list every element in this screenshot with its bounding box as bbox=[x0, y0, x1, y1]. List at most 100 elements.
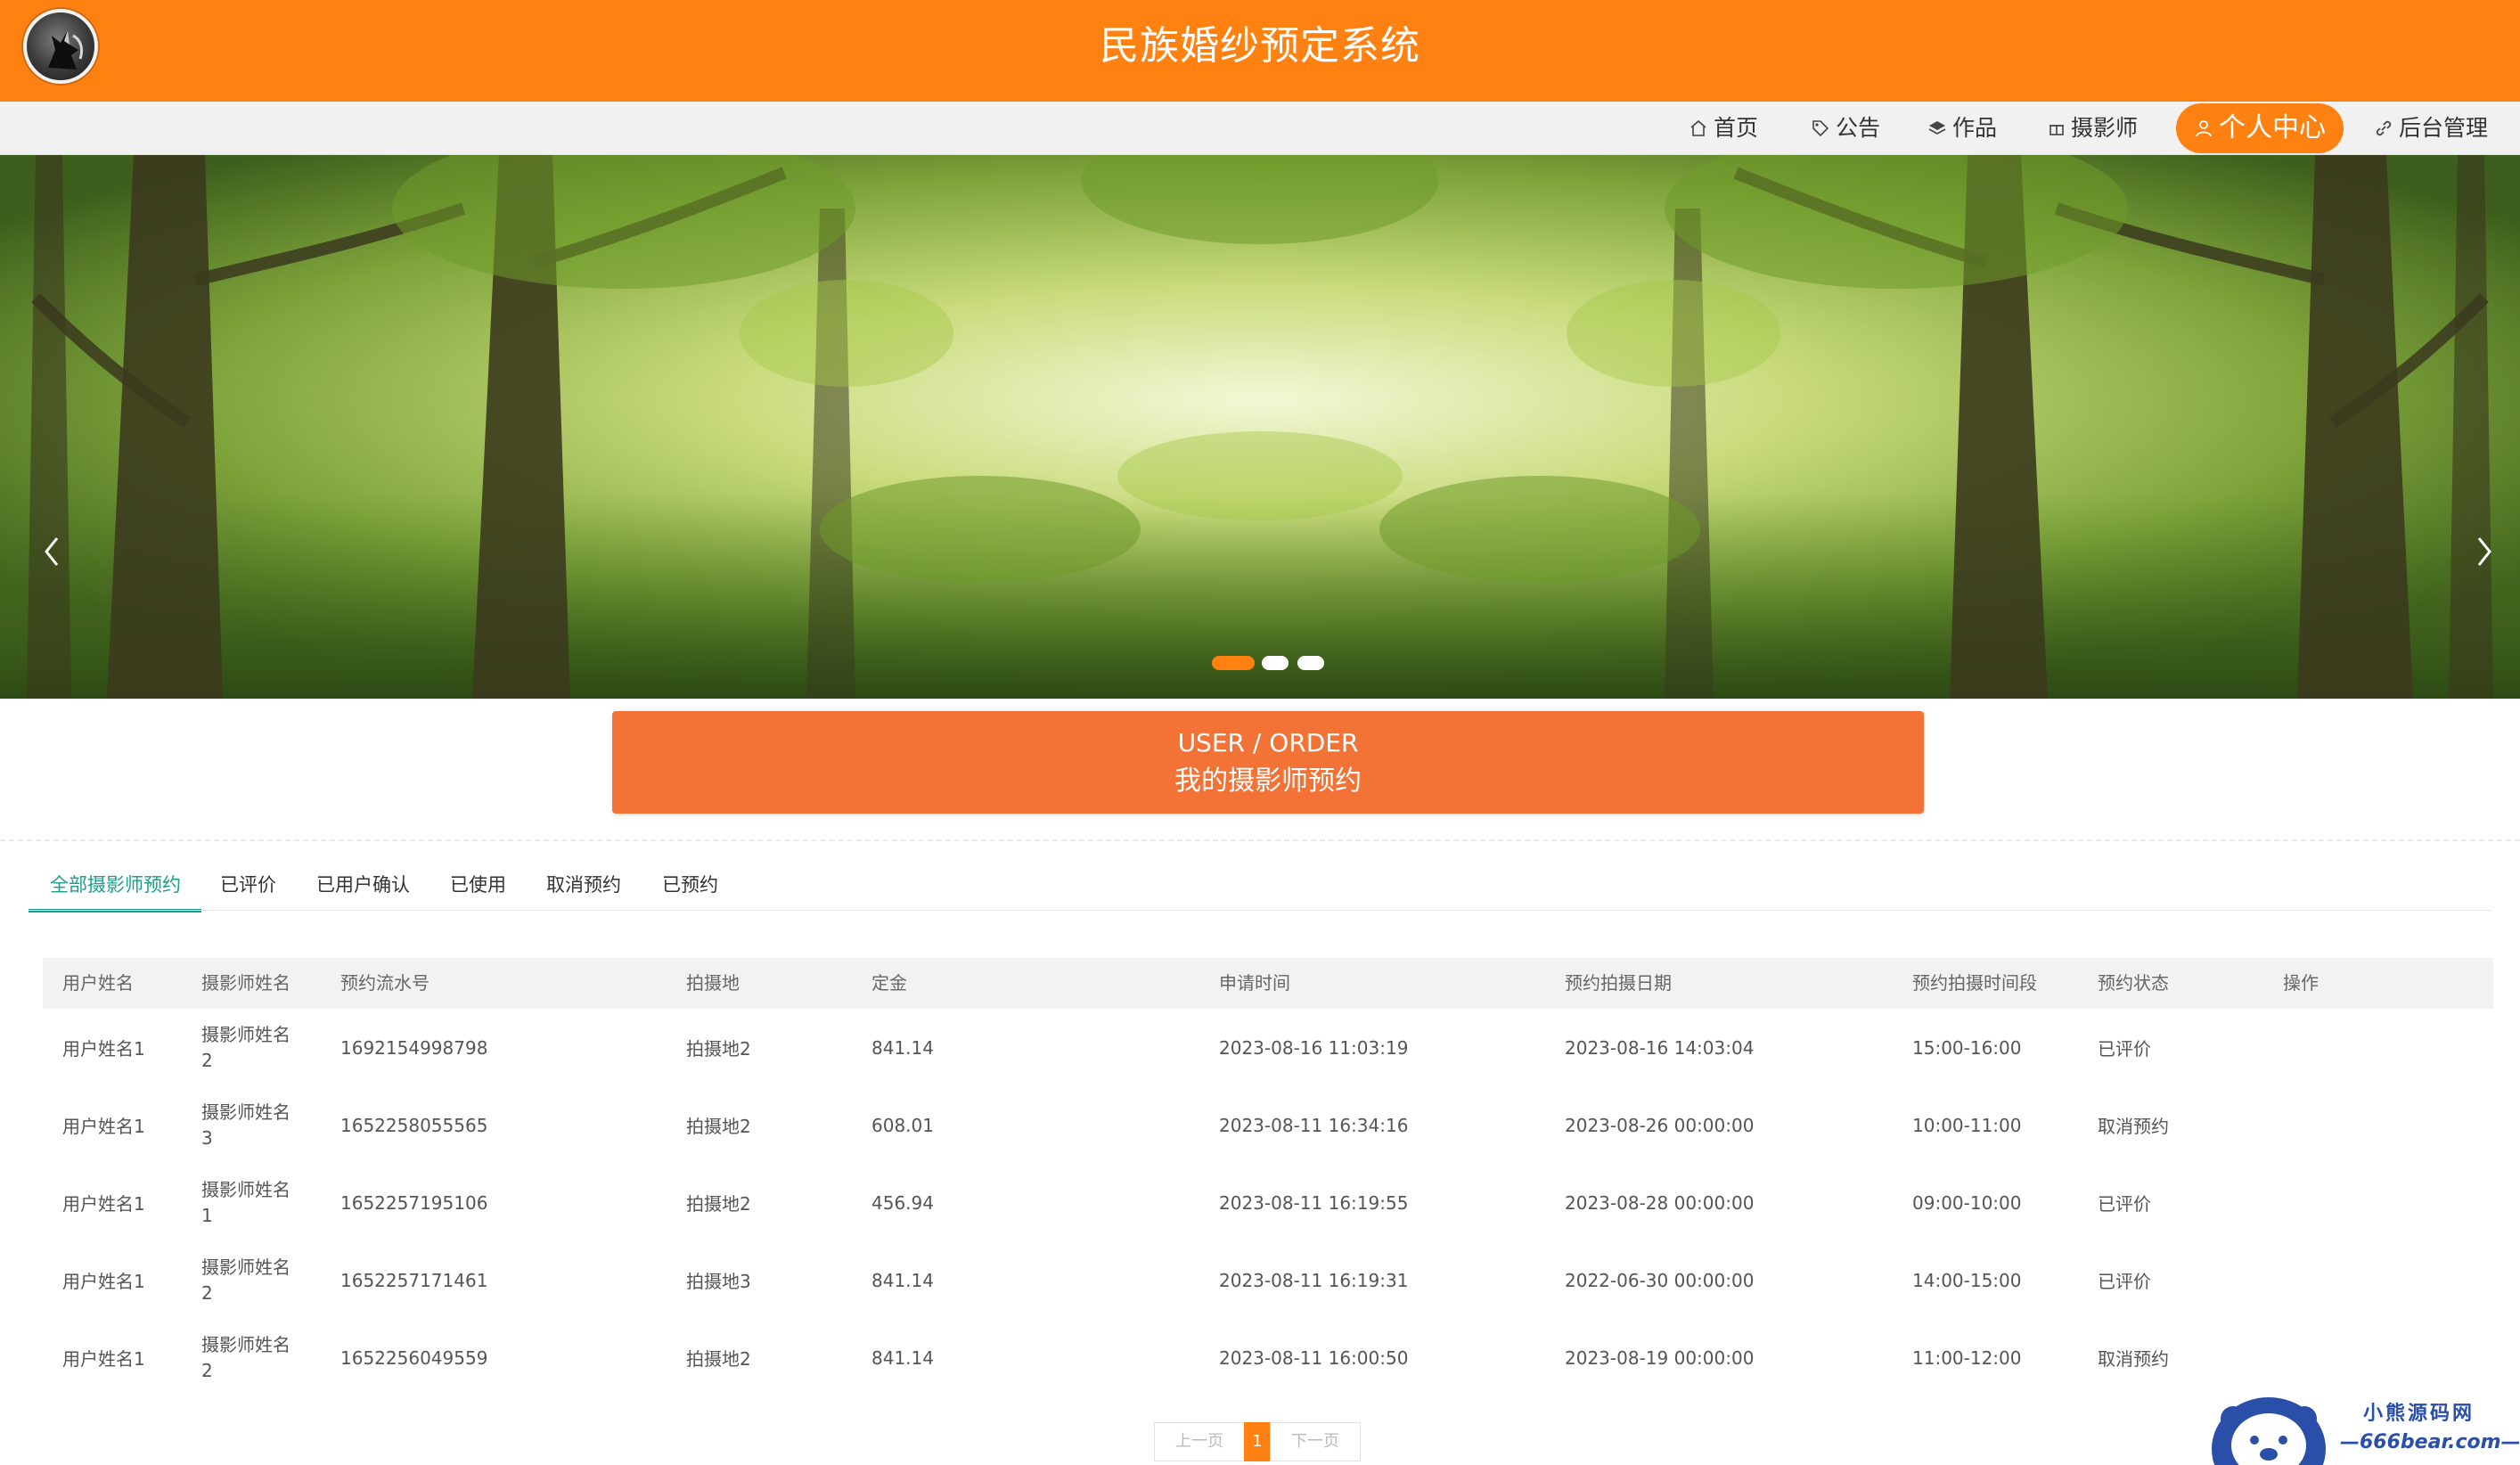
nav-item-admin[interactable]: 后台管理 bbox=[2374, 110, 2488, 146]
table-row: 用户姓名1 摄影师姓名1 1652257195106 拍摄地2 456.94 2023-0… bbox=[43, 1164, 2493, 1241]
banner-carousel[interactable] bbox=[0, 155, 2520, 699]
tab-all[interactable]: 全部摄影师预约 bbox=[29, 864, 201, 913]
tab-user-confirmed[interactable]: 已用户确认 bbox=[316, 864, 410, 913]
td-shoot-slot: 10:00-11:00 bbox=[1912, 1114, 2022, 1136]
nav-item-user-center[interactable]: 个人中心 bbox=[2176, 103, 2344, 153]
th-deposit: 定金 bbox=[871, 972, 907, 994]
td-location: 拍摄地2 bbox=[686, 1038, 751, 1060]
site-title: 民族婚纱预定系统 bbox=[1100, 23, 1420, 69]
carousel-dot-1[interactable] bbox=[1212, 656, 1255, 670]
nav-item-notice[interactable]: 公告 bbox=[1811, 110, 1880, 146]
main-nav: 首页 公告 作品 摄影师 个人中心 后台管理 bbox=[0, 102, 2520, 155]
nav-item-notice-label: 公告 bbox=[1836, 115, 1881, 141]
gift-icon bbox=[2050, 125, 2064, 135]
section-title-cn: 我的摄影师预约 bbox=[1174, 765, 1362, 797]
th-location: 拍摄地 bbox=[686, 972, 740, 994]
carousel-indicators bbox=[0, 656, 2520, 674]
td-photographer-name: 摄影师姓名2 bbox=[201, 1256, 290, 1304]
tab-used[interactable]: 已使用 bbox=[450, 864, 506, 913]
carousel-dot-2[interactable] bbox=[1262, 656, 1289, 670]
td-user-name: 用户姓名1 bbox=[62, 1348, 145, 1370]
section-title-en: USER / ORDER bbox=[1177, 728, 1359, 757]
td-shoot-date: 2023-08-19 00:00:00 bbox=[1565, 1346, 1755, 1369]
table-header: 用户姓名 摄影师姓名 预约流水号 拍摄地 定金 申请时间 预约拍摄日期 预约拍摄… bbox=[43, 958, 2493, 1009]
carousel-prev-icon[interactable] bbox=[37, 529, 64, 574]
watermark-text-cn: 小熊源码网 bbox=[2363, 1403, 2475, 1425]
prev-page-button[interactable]: 上一页 bbox=[1154, 1422, 1245, 1461]
tab-reviewed[interactable]: 已评价 bbox=[220, 864, 276, 913]
td-status: 已评价 bbox=[2098, 1038, 2151, 1060]
th-status: 预约状态 bbox=[2098, 972, 2169, 994]
home-icon bbox=[1690, 119, 1706, 136]
td-shoot-slot: 15:00-16:00 bbox=[1912, 1036, 2022, 1059]
section-divider bbox=[0, 839, 2520, 841]
nav-item-home[interactable]: 首页 bbox=[1689, 110, 1758, 146]
layers-icon bbox=[1928, 121, 1946, 135]
page-1-button[interactable]: 1 bbox=[1244, 1422, 1271, 1461]
th-actions: 操作 bbox=[2283, 972, 2319, 994]
th-user-name: 用户姓名 bbox=[62, 972, 134, 994]
pagination: 上一页 1 下一页 bbox=[1154, 1422, 1361, 1461]
th-shoot-date: 预约拍摄日期 bbox=[1565, 972, 1672, 994]
tab-cancelled[interactable]: 取消预约 bbox=[546, 864, 621, 913]
top-header: 民族婚纱预定系统 bbox=[0, 0, 2520, 102]
table-row: 用户姓名1 摄影师姓名3 1652258055565 拍摄地2 608.01 2023-0… bbox=[43, 1086, 2493, 1164]
td-deposit: 841.14 bbox=[871, 1036, 934, 1059]
link-icon bbox=[2376, 120, 2392, 136]
table-row: 用户姓名1 摄影师姓名2 1652257171461 拍摄地3 841.14 2023-0… bbox=[43, 1241, 2493, 1319]
carousel-next-icon[interactable] bbox=[2472, 529, 2499, 574]
user-icon bbox=[2196, 120, 2212, 137]
td-location: 拍摄地3 bbox=[686, 1271, 751, 1292]
td-shoot-date: 2023-08-26 00:00:00 bbox=[1565, 1114, 1755, 1136]
td-apply-time: 2023-08-11 16:19:55 bbox=[1219, 1191, 1409, 1214]
td-apply-time: 2023-08-11 16:34:16 bbox=[1219, 1114, 1409, 1136]
td-user-name: 用户姓名1 bbox=[62, 1193, 145, 1215]
td-status: 取消预约 bbox=[2098, 1116, 2169, 1137]
th-apply-time: 申请时间 bbox=[1219, 972, 1290, 994]
nav-item-works[interactable]: 作品 bbox=[1927, 110, 1997, 146]
td-location: 拍摄地2 bbox=[686, 1116, 751, 1137]
td-location: 拍摄地2 bbox=[686, 1193, 751, 1215]
th-shoot-slot: 预约拍摄时间段 bbox=[1912, 972, 2037, 994]
th-serial-number: 预约流水号 bbox=[340, 972, 430, 994]
watermark-text-url: —666bear.com— bbox=[2340, 1431, 2520, 1453]
td-deposit: 841.14 bbox=[871, 1346, 934, 1369]
carousel-dot-3[interactable] bbox=[1297, 656, 1324, 670]
td-shoot-date: 2022-06-30 00:00:00 bbox=[1565, 1269, 1755, 1291]
nav-item-photographer-label: 摄影师 bbox=[2071, 115, 2139, 141]
nav-item-works-label: 作品 bbox=[1952, 115, 1998, 141]
td-deposit: 841.14 bbox=[871, 1269, 934, 1291]
forest-banner-image bbox=[0, 155, 2520, 699]
table-row: 用户姓名1 摄影师姓名2 1652256049559 拍摄地2 841.14 2023-0… bbox=[43, 1319, 2493, 1396]
td-serial-number: 1652257195106 bbox=[340, 1191, 488, 1214]
td-apply-time: 2023-08-11 16:00:50 bbox=[1219, 1346, 1409, 1369]
td-apply-time: 2023-08-16 11:03:19 bbox=[1219, 1036, 1409, 1059]
td-user-name: 用户姓名1 bbox=[62, 1116, 145, 1137]
next-page-button[interactable]: 下一页 bbox=[1270, 1422, 1361, 1461]
nav-item-admin-label: 后台管理 bbox=[2399, 115, 2489, 141]
td-deposit: 456.94 bbox=[871, 1191, 934, 1214]
tab-booked[interactable]: 已预约 bbox=[662, 864, 718, 913]
td-photographer-name: 摄影师姓名2 bbox=[201, 1023, 290, 1071]
td-serial-number: 1652256049559 bbox=[340, 1346, 488, 1369]
td-user-name: 用户姓名1 bbox=[62, 1271, 145, 1292]
th-photographer-name: 摄影师姓名 bbox=[201, 972, 290, 994]
tabs-underline bbox=[29, 910, 2491, 911]
td-apply-time: 2023-08-11 16:19:31 bbox=[1219, 1269, 1409, 1291]
tag-icon bbox=[1812, 120, 1829, 137]
td-deposit: 608.01 bbox=[871, 1114, 934, 1136]
nav-item-photographer[interactable]: 摄影师 bbox=[2048, 110, 2138, 146]
td-shoot-slot: 09:00-10:00 bbox=[1912, 1191, 2022, 1214]
td-serial-number: 1652257171461 bbox=[340, 1269, 488, 1291]
td-shoot-slot: 14:00-15:00 bbox=[1912, 1269, 2022, 1291]
nav-item-user-center-label: 个人中心 bbox=[2219, 112, 2326, 143]
td-status: 已评价 bbox=[2098, 1193, 2151, 1215]
nav-item-home-label: 首页 bbox=[1714, 115, 1759, 141]
td-photographer-name: 摄影师姓名1 bbox=[201, 1178, 290, 1226]
td-status: 取消预约 bbox=[2098, 1348, 2169, 1370]
td-serial-number: 1692154998798 bbox=[340, 1036, 488, 1059]
td-status: 已评价 bbox=[2098, 1271, 2151, 1292]
td-photographer-name: 摄影师姓名3 bbox=[201, 1101, 290, 1149]
table-row: 用户姓名1 摄影师姓名2 1692154998798 拍摄地2 841.14 2023-0… bbox=[43, 1009, 2493, 1086]
td-shoot-date: 2023-08-16 14:03:04 bbox=[1565, 1036, 1755, 1059]
